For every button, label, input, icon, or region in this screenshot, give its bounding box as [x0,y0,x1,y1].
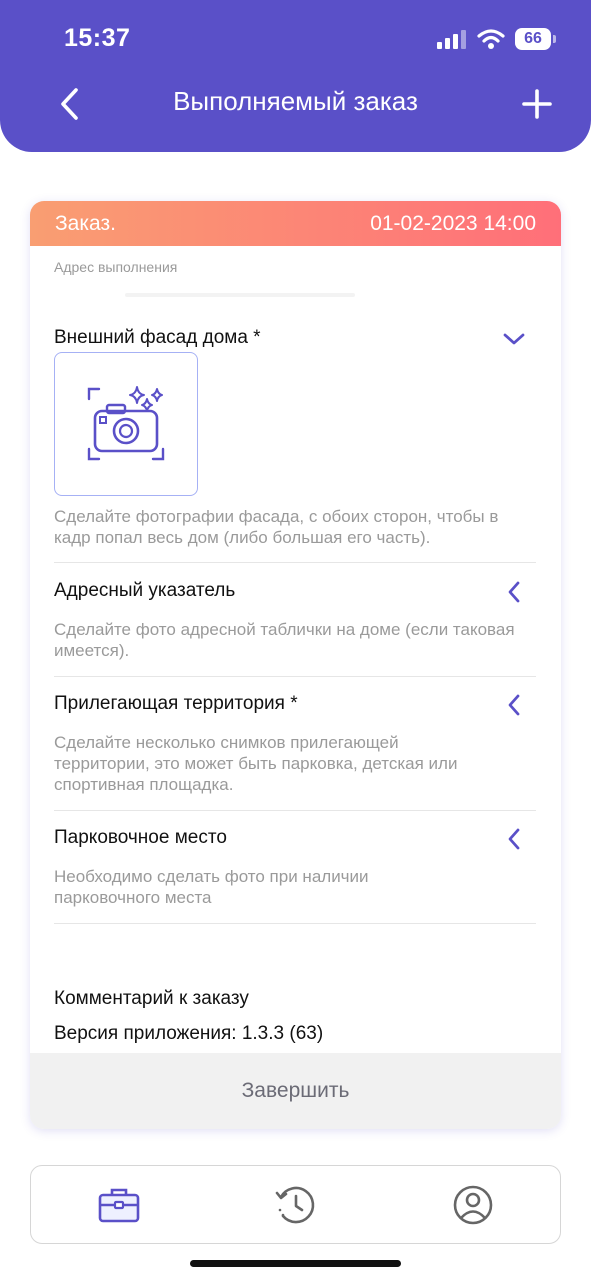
wifi-icon [477,29,505,49]
home-indicator [190,1260,401,1267]
divider [54,562,536,563]
chevron-down-icon[interactable] [502,327,526,351]
section-facade-desc: Сделайте фотографии фасада, с обоих стор… [54,506,536,548]
section-description: Сделайте фото адресной таблички на доме … [54,620,515,660]
chevron-left-icon[interactable] [502,580,526,604]
section-facade[interactable]: Внешний фасад дома * [54,327,536,349]
section-parking-spot[interactable]: Парковочное место Необходимо сделать фот… [54,827,536,908]
section-title: Внешний фасад дома * [54,327,261,348]
bottom-tab-bar [30,1165,561,1244]
signal-icon [437,30,466,49]
section-description: Сделайте фотографии фасада, с обоих стор… [54,507,499,547]
version-text: Версия приложения: 1.3.3 (63) [54,1023,324,1044]
add-icon[interactable] [517,84,557,124]
camera-icon [87,386,165,461]
section-description: Необходимо сделать фото при наличии парк… [54,867,369,907]
status-icons: 66 [437,26,556,52]
order-datetime: 01-02-2023 14:00 [370,211,536,235]
profile-icon[interactable] [451,1183,495,1227]
history-icon[interactable] [273,1183,317,1227]
divider [54,923,536,924]
page-title: Выполняемый заказ [173,86,418,116]
divider [54,810,536,811]
status-time: 15:37 [64,24,131,52]
section-title: Адресный указатель [54,580,236,601]
section-title: Парковочное место [54,827,227,848]
finish-button[interactable]: Завершить [30,1053,561,1129]
add-photo-button[interactable] [54,352,198,496]
chevron-left-icon[interactable] [502,693,526,717]
section-description: Сделайте несколько снимков прилегающей т… [54,733,458,794]
address-label: Адрес выполнения [54,259,178,275]
order-header: Заказ. 01-02-2023 14:00 [30,201,561,246]
address-value-redacted [125,293,355,297]
section-surrounding-area[interactable]: Прилегающая территория * Сделайте нескол… [54,693,536,795]
section-title: Прилегающая территория * [54,693,298,714]
order-card: Заказ. 01-02-2023 14:00 Адрес выполнения… [30,201,561,1129]
comment-label[interactable]: Комментарий к заказу [54,988,249,1010]
section-address-sign[interactable]: Адресный указатель Сделайте фото адресно… [54,580,536,661]
order-label: Заказ. [55,211,116,235]
briefcase-icon[interactable] [97,1183,141,1227]
top-header: 15:37 66 Выполняемый заказ [0,0,591,152]
battery-indicator: 66 [515,28,556,50]
chevron-left-icon[interactable] [502,827,526,851]
divider [54,676,536,677]
